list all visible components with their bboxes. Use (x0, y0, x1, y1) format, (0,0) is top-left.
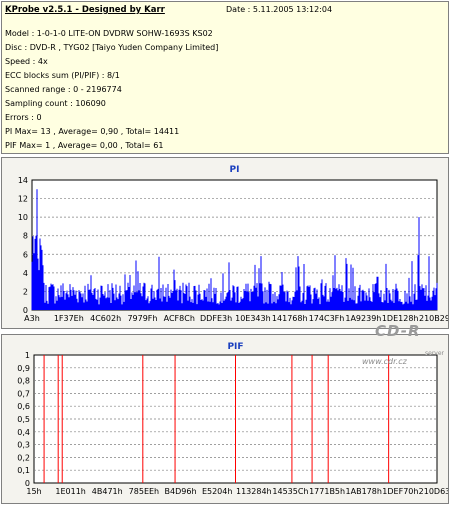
x-tick-label: 4C602h (90, 314, 121, 323)
x-tick-label: E5204h (202, 487, 232, 496)
x-tick-label: 174C3Fh (309, 314, 345, 323)
y-tick-label: 1 (25, 351, 30, 360)
x-tick-label: 785EEh (129, 487, 159, 496)
watermark-logo: CD-R (375, 322, 421, 340)
info-model: Model : 1-0-1-0 LITE-ON DVDRW SOHW-1693S… (5, 29, 213, 38)
y-tick-label: 0,9 (17, 364, 30, 373)
x-tick-label: 7979Fh (127, 314, 157, 323)
x-tick-label: 210B29h (419, 314, 448, 323)
y-tick-label: 0,3 (17, 441, 30, 450)
info-disc: Disc : DVD-R , TYG02 [Taiyo Yuden Compan… (5, 43, 219, 52)
y-tick-label: 0,2 (17, 453, 30, 462)
y-tick-label: 14 (18, 176, 28, 185)
x-tick-label: 10E343h (235, 314, 271, 323)
y-tick-label: 8 (23, 232, 28, 241)
info-errors: Errors : 0 (5, 113, 42, 122)
y-tick-label: 0,1 (17, 466, 30, 475)
pi-chart: PI02468101214A3h 1F37Eh 4C602h 7979Fh ACF8Ch… (18, 165, 448, 323)
x-tick-label: DDFE3h (200, 314, 232, 323)
x-tick-label: 1F37Eh (54, 314, 84, 323)
x-tick-label: ACF8Ch (164, 314, 195, 323)
x-tick-label: 1771B5h (309, 487, 345, 496)
y-tick-label: 2 (23, 287, 28, 296)
y-tick-label: 0,5 (17, 415, 30, 424)
x-tick-label: 1E011h (55, 487, 85, 496)
chart-title: PI (230, 165, 240, 175)
x-tick-label: 14535Ch (272, 487, 308, 496)
x-tick-label: 4B471h (92, 487, 123, 496)
x-tick-label: 15h (26, 487, 41, 496)
y-tick-label: 10 (18, 213, 28, 222)
y-tick-label: 0,7 (17, 389, 30, 398)
y-tick-label: 0,4 (17, 428, 30, 437)
info-panel: KProbe v2.5.1 - Designed by Karr Date : … (1, 1, 449, 154)
x-tick-label: 210D63h (419, 487, 448, 496)
x-tick-label: 1AB178h (346, 487, 382, 496)
info-ecc: ECC blocks sum (PI/PIF) : 8/1 (5, 71, 120, 80)
y-tick-label: 0,6 (17, 402, 30, 411)
x-tick-label: A3h (24, 314, 40, 323)
info-sampling: Sampling count : 106090 (5, 99, 106, 108)
watermark-url: www.cdr.cz (362, 357, 407, 366)
info-range: Scanned range : 0 - 2196774 (5, 85, 122, 94)
y-tick-label: 12 (18, 195, 28, 204)
app-title: KProbe v2.5.1 - Designed by Karr (5, 5, 165, 15)
pi-chart-panel: PI 0 2 4 6 8 10 12 14 A3h 1F37Eh 4C602h 7979Fh ACF8Ch… (1, 157, 449, 329)
y-tick-label: 0,8 (17, 377, 30, 386)
x-tick-label: 141768h (272, 314, 308, 323)
y-tick-label: 4 (23, 269, 28, 278)
info-speed: Speed : 4x (5, 57, 48, 66)
x-tick-label: B4D96h (165, 487, 197, 496)
info-pif-stats: PIF Max= 1 , Average= 0,00 , Total= 61 (5, 141, 164, 150)
info-pi-stats: PI Max= 13 , Average= 0,90 , Total= 1441… (5, 127, 180, 136)
chart-title: PIF (227, 342, 243, 352)
x-tick-label: 113284h (236, 487, 272, 496)
y-tick-label: 6 (23, 250, 28, 259)
scan-date: Date : 5.11.2005 13:12:04 (226, 5, 333, 14)
watermark-server: server (425, 350, 444, 357)
x-tick-label: 1DEF70h (382, 487, 418, 496)
